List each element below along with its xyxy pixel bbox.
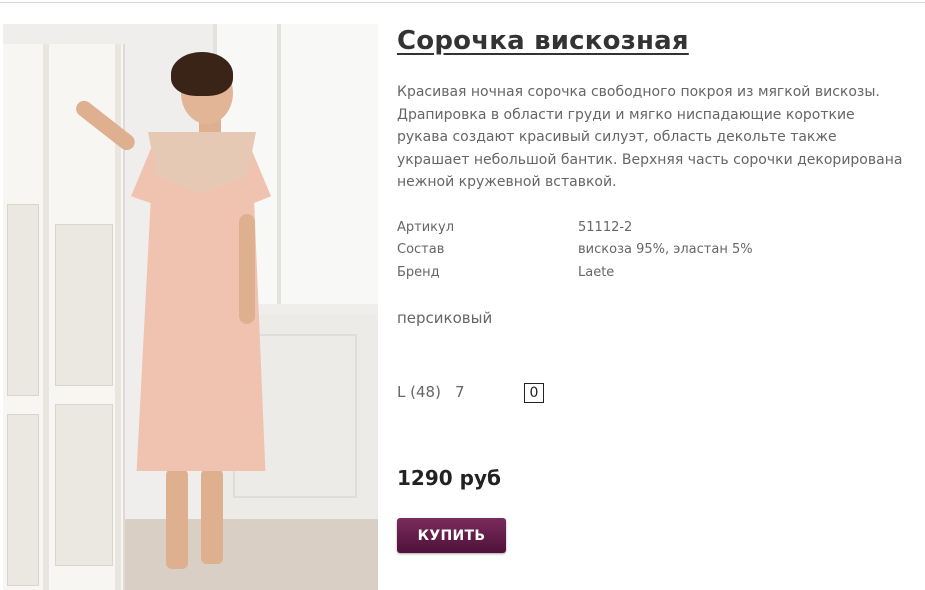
product-photo[interactable] (3, 24, 378, 590)
product-description: Красивая ночная сорочка свободного покро… (397, 84, 903, 191)
spec-label: Бренд (397, 265, 440, 280)
spec-value: Laete (578, 265, 615, 280)
photo-model-leg (201, 469, 223, 564)
quantity-input[interactable]: 0 (524, 383, 544, 403)
price: 1290 руб (397, 466, 501, 490)
spec-label: Артикул (397, 220, 455, 235)
spec-value: 51112-2 (578, 220, 633, 235)
photo-model-arm (239, 214, 255, 324)
size-stock-count: 7 (455, 383, 465, 401)
photo-model-leg (166, 469, 188, 569)
product-title[interactable]: Сорочка вискозная (397, 26, 689, 56)
spec-value: вискоза 95%, эластан 5% (578, 242, 753, 257)
spec-label: Состав (397, 242, 445, 257)
size-label: L (48) (397, 383, 441, 401)
top-divider (0, 2, 925, 3)
color-name: персиковый (397, 309, 493, 327)
buy-button[interactable]: КУПИТЬ (397, 518, 506, 553)
photo-model-hair (171, 52, 233, 96)
